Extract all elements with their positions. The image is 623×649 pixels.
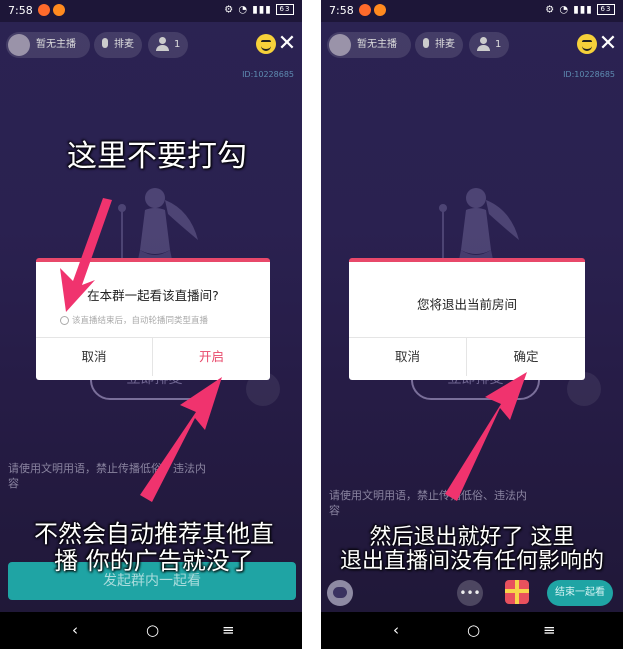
annotation-caption: 播 你的广告就没了 bbox=[54, 547, 254, 575]
arrow-to-checkbox bbox=[60, 198, 112, 312]
arrow-to-confirm bbox=[140, 377, 222, 502]
annotation-caption: 这里不要打勾 bbox=[67, 139, 247, 174]
annotation-caption: 退出直播间没有任何影响的 bbox=[339, 549, 604, 574]
annotation-caption: 不然会自动推荐其他直 bbox=[34, 520, 274, 548]
annotation-caption: 然后退出就好了 这里 bbox=[369, 525, 575, 550]
arrow-to-exit-confirm bbox=[445, 372, 527, 501]
